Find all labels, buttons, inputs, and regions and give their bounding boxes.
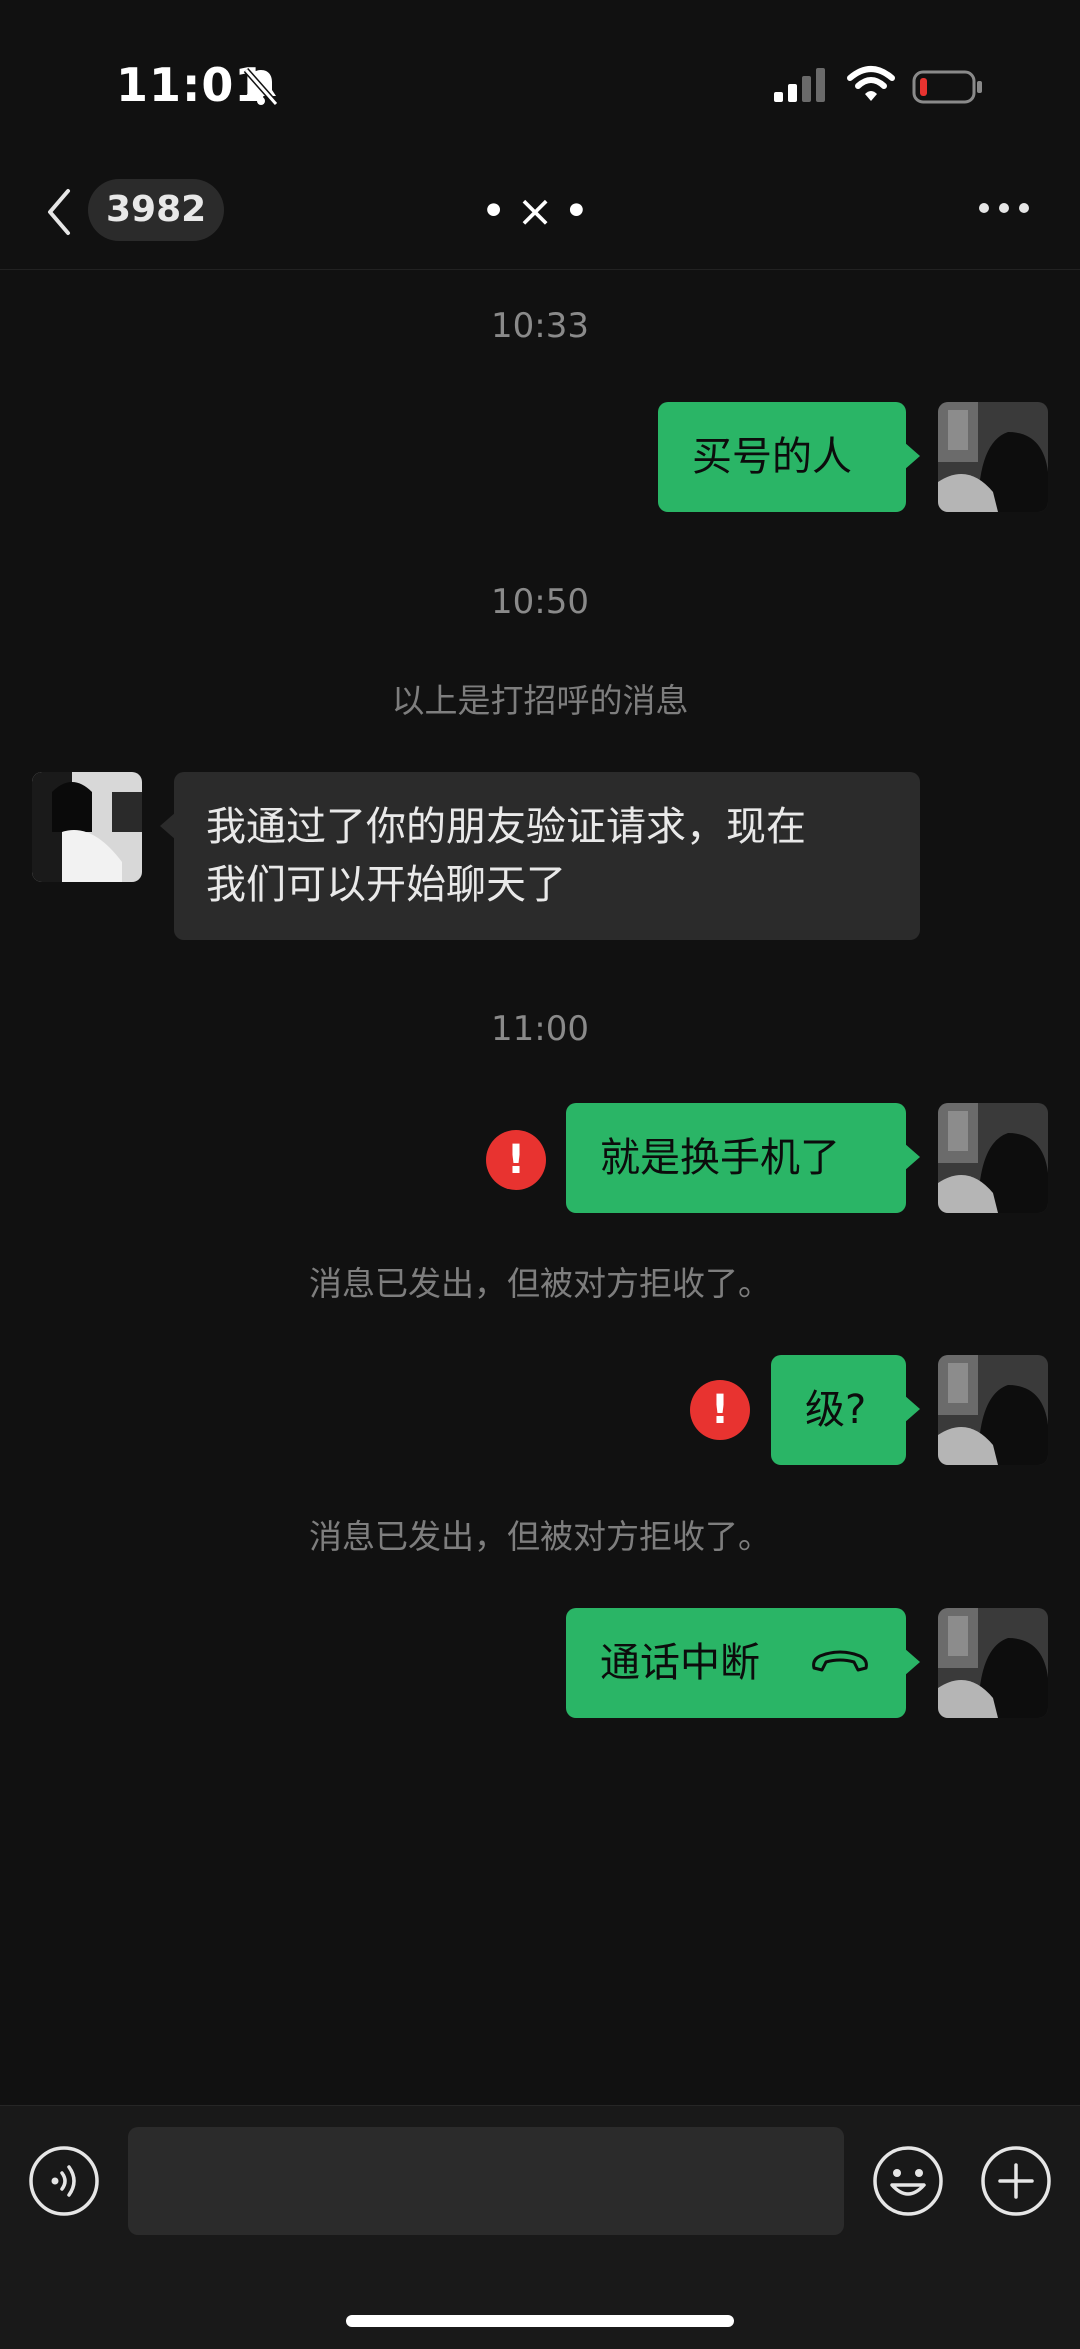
my-avatar[interactable] [938,1355,1048,1465]
outgoing-message-bubble[interactable]: 就是换手机了 [566,1103,920,1213]
unread-count-badge[interactable]: 3982 [88,179,225,241]
my-avatar[interactable] [938,1103,1048,1213]
home-indicator[interactable] [346,2315,734,2327]
timestamp: 10:33 [491,306,589,346]
chevron-left-icon[interactable] [44,187,74,237]
system-message: 以上是打招呼的消息 [391,681,689,720]
more-dots-icon[interactable] [976,196,1032,220]
message-line: 我通过了你的朋友验证请求，现在 [206,804,806,850]
message-input[interactable] [128,2127,844,2235]
voice-icon[interactable] [28,2145,100,2217]
phone-hangup-icon [812,1650,868,1672]
outgoing-message-bubble[interactable]: 级? [771,1355,920,1465]
bell-muted-icon [243,68,279,106]
my-avatar[interactable] [938,1608,1048,1718]
incoming-message-bubble[interactable]: 我通过了你的朋友验证请求，现在 我们可以开始聊天了 [160,772,920,940]
my-avatar[interactable] [938,402,1048,512]
message-line: 我们可以开始聊天了 [206,862,566,908]
timestamp: 11:00 [491,1009,589,1049]
call-record-bubble[interactable]: 通话中断 [566,1608,920,1718]
plus-icon[interactable] [980,2145,1052,2217]
system-message: 消息已发出，但被对方拒收了。 [309,1264,771,1303]
send-failed-icon[interactable]: ! [690,1380,750,1440]
signal-icon [774,68,825,102]
system-message: 消息已发出，但被对方拒收了。 [309,1517,771,1556]
outgoing-message-bubble[interactable]: 买号的人 [658,402,920,512]
wifi-icon [847,66,895,101]
contact-avatar[interactable] [32,772,142,882]
battery-low-icon [912,70,982,104]
emoji-icon[interactable] [872,2145,944,2217]
send-failed-icon[interactable]: ! [486,1130,546,1190]
call-status-text: 通话中断 [600,1640,760,1686]
chat-title: •×• [480,186,600,237]
timestamp: 10:50 [491,582,589,622]
